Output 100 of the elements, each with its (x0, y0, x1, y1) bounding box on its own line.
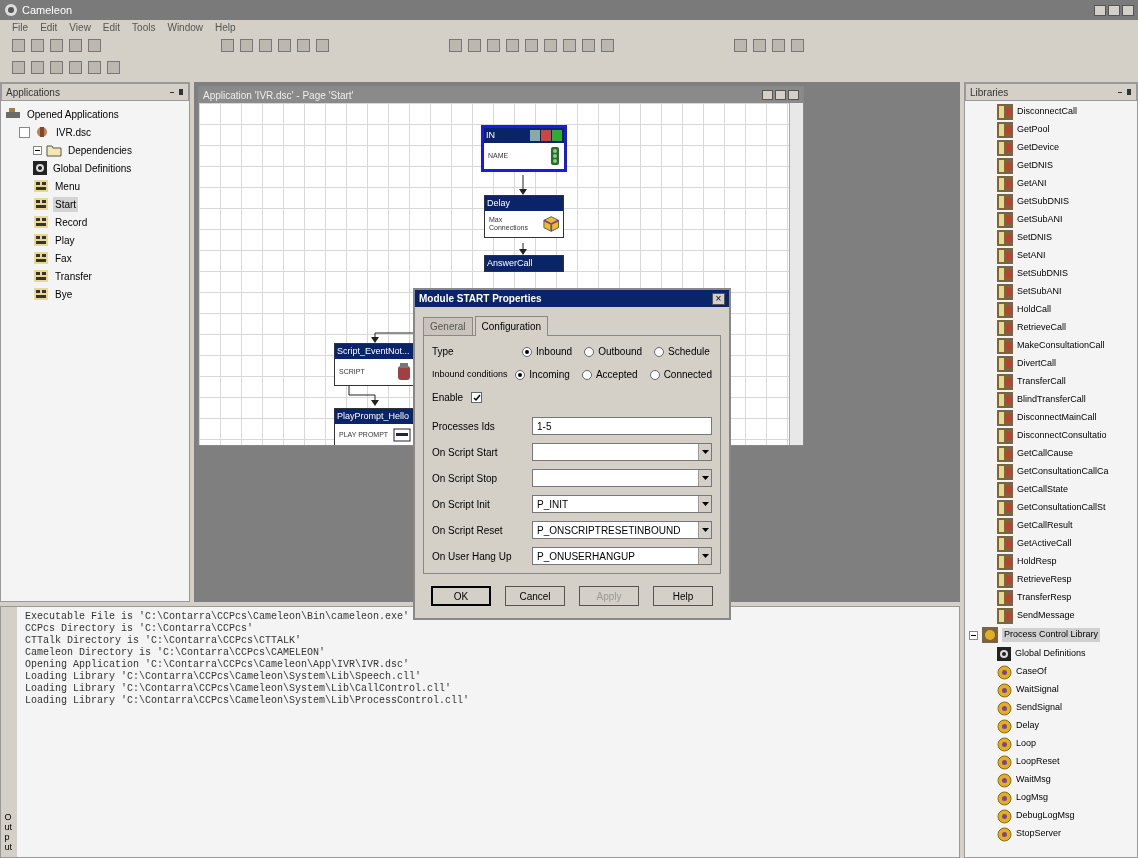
library-item[interactable]: HoldCall (1017, 303, 1051, 317)
radio-button[interactable] (522, 346, 532, 357)
library-item[interactable]: GetConsultationCallCa (1017, 465, 1109, 479)
radio-button[interactable] (515, 369, 526, 380)
close-icon[interactable] (788, 90, 799, 100)
close-button[interactable]: × (712, 292, 725, 305)
library-item[interactable]: SetANI (1017, 249, 1046, 263)
library-item[interactable]: WaitSignal (1016, 683, 1059, 697)
library-item[interactable]: GetCallState (1017, 483, 1069, 497)
toolbar-button-icon[interactable] (88, 60, 101, 74)
library-item[interactable]: Delay (1016, 719, 1039, 733)
maximize-icon[interactable] (775, 90, 786, 100)
output-tab[interactable]: Output (4, 813, 14, 853)
pin-icon[interactable] (170, 88, 184, 96)
radio-button[interactable] (581, 369, 592, 380)
tree-item[interactable]: Start (53, 196, 79, 212)
library-item[interactable]: CaseOf (1016, 665, 1047, 679)
toolbar-button-icon[interactable] (506, 38, 519, 52)
toolbar-button-icon[interactable] (221, 38, 234, 52)
library-item[interactable]: LoopReset (1016, 755, 1060, 769)
library-item[interactable]: WaitMsg (1016, 773, 1051, 787)
toolbar-button-icon[interactable] (487, 38, 500, 52)
toolbar-button-icon[interactable] (316, 38, 329, 52)
tree-item[interactable]: Play (53, 232, 77, 248)
vertical-scrollbar[interactable] (789, 103, 803, 445)
library-item[interactable]: LogMsg (1016, 791, 1049, 805)
library-item[interactable]: GetANI (1017, 177, 1047, 191)
toolbar-button-icon[interactable] (88, 38, 101, 52)
toolbar-button-icon[interactable] (544, 38, 557, 52)
collapse-icon[interactable] (969, 630, 978, 640)
checkbox[interactable] (19, 126, 30, 138)
library-item[interactable]: StopServer (1016, 827, 1062, 841)
library-item[interactable]: RetrieveResp (1017, 573, 1072, 587)
library-item[interactable]: DebugLogMsg (1016, 809, 1075, 823)
toolbar-button-icon[interactable] (449, 38, 462, 52)
toolbar-button-icon[interactable] (563, 38, 576, 52)
library-title[interactable]: Process Control Library (1002, 628, 1101, 642)
library-item[interactable]: Loop (1016, 737, 1037, 751)
library-item[interactable]: DisconnectConsultatio (1017, 429, 1107, 443)
toolbar-button-icon[interactable] (31, 60, 44, 74)
pin-icon[interactable] (1118, 88, 1132, 96)
library-item[interactable]: RetrieveCall (1017, 321, 1067, 335)
toolbar-button-icon[interactable] (278, 38, 291, 52)
toolbar-button-icon[interactable] (259, 38, 272, 52)
tree-item[interactable]: Fax (53, 250, 74, 266)
library-item[interactable]: GetPool (1017, 123, 1050, 137)
library-item[interactable]: GetSubANI (1017, 213, 1063, 227)
menubar-command[interactable]: Edit (40, 19, 58, 35)
library-item[interactable]: SetDNIS (1017, 231, 1052, 245)
library-item[interactable]: Global Definitions (1015, 647, 1086, 661)
toolbar-button-icon[interactable] (525, 38, 538, 52)
library-item[interactable]: DisconnectCall (1017, 105, 1078, 119)
toolbar-button-icon[interactable] (734, 38, 747, 52)
library-item[interactable]: GetDevice (1017, 141, 1060, 155)
library-item[interactable]: GetDNIS (1017, 159, 1053, 173)
expand-icon[interactable] (33, 145, 42, 155)
library-item[interactable]: TransferCall (1017, 375, 1066, 389)
dialog-button[interactable]: OK (431, 586, 491, 606)
library-item[interactable]: SendMessage (1017, 609, 1075, 623)
flow-node[interactable]: AnswerCall (484, 255, 564, 272)
menubar-command[interactable]: Edit (102, 19, 121, 35)
tree-item[interactable]: Transfer (53, 268, 94, 284)
toolbar-button-icon[interactable] (772, 38, 785, 52)
dropdown[interactable]: P_INIT (532, 495, 712, 513)
toolbar-button-icon[interactable] (582, 38, 595, 52)
toolbar-button-icon[interactable] (12, 38, 25, 52)
library-item[interactable]: BlindTransferCall (1017, 393, 1086, 407)
menubar-command[interactable]: Help (215, 19, 236, 35)
toolbar-button-icon[interactable] (468, 38, 481, 52)
toolbar-button-icon[interactable] (31, 38, 44, 52)
dialog-button[interactable]: Cancel (505, 586, 565, 606)
library-item[interactable]: SetSubDNIS (1017, 267, 1069, 281)
radio-button[interactable] (649, 369, 660, 380)
toolbar-button-icon[interactable] (69, 60, 82, 74)
dropdown[interactable]: P_ONUSERHANGUP (532, 547, 712, 565)
dialog-button[interactable]: Help (653, 586, 713, 606)
library-item[interactable]: DivertCall (1017, 357, 1056, 371)
library-item[interactable]: DisconnectMainCall (1017, 411, 1097, 425)
toolbar-button-icon[interactable] (753, 38, 766, 52)
library-item[interactable]: GetCallResult (1017, 519, 1073, 533)
tree-item[interactable]: Bye (53, 286, 75, 302)
toolbar-button-icon[interactable] (297, 38, 310, 52)
library-item[interactable]: GetSubDNIS (1017, 195, 1070, 209)
toolbar-button-icon[interactable] (50, 60, 63, 74)
tree-item[interactable]: IVR.dsc (54, 124, 93, 140)
toolbar-button-icon[interactable] (240, 38, 253, 52)
library-item[interactable]: SendSignal (1016, 701, 1063, 715)
menubar-command[interactable]: File (12, 19, 29, 35)
library-item[interactable]: GetConsultationCallSt (1017, 501, 1106, 515)
library-item[interactable]: TransferResp (1017, 591, 1072, 605)
close-icon[interactable] (1122, 4, 1134, 16)
tree-item[interactable]: Global Definitions (51, 160, 134, 176)
library-item[interactable]: SetSubANI (1017, 285, 1062, 299)
toolbar-button-icon[interactable] (12, 60, 25, 74)
library-item[interactable]: GetCallCause (1017, 447, 1074, 461)
minimize-icon[interactable] (762, 90, 773, 100)
toolbar-button-icon[interactable] (69, 38, 82, 52)
dropdown[interactable] (532, 469, 712, 487)
radio-button[interactable] (654, 346, 665, 357)
minimize-icon[interactable] (1094, 4, 1106, 16)
